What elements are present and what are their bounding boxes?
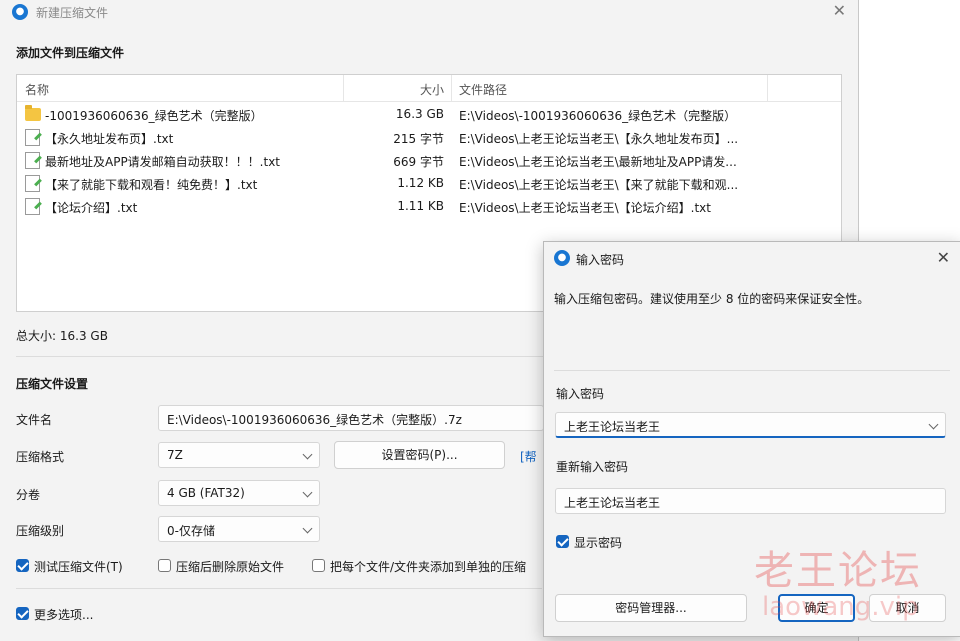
reenter-password-input[interactable]: 上老王论坛当老王: [555, 488, 946, 514]
split-select[interactable]: 4 GB (FAT32): [158, 480, 320, 506]
file-size: 669 字节: [393, 155, 444, 169]
show-password-label[interactable]: 显示密码: [574, 534, 622, 551]
filename-input[interactable]: E:\Videos\-1001936060636_绿色艺术（完整版）.7z: [158, 405, 544, 431]
dialog-title: 输入密码: [576, 253, 625, 267]
format-select[interactable]: 7Z: [158, 442, 320, 468]
txt-file-icon: [25, 175, 40, 192]
file-path: E:\Videos\-1001936060636_绿色艺术（完整版）: [459, 109, 737, 123]
file-path: E:\Videos\上老王论坛当老王\【永久地址发布页】...: [459, 132, 739, 146]
section-add-files: 添加文件到压缩文件: [16, 46, 125, 60]
section-settings: 压缩文件设置: [16, 377, 89, 391]
file-row[interactable]: 最新地址及APP请发邮箱自动获取！！！.txt 669 字节 E:\Videos…: [17, 149, 841, 172]
split-label: 分卷: [16, 488, 41, 502]
more-options-label[interactable]: 更多选项...: [34, 606, 93, 623]
file-path: E:\Videos\上老王论坛当老王\【论坛介绍】.txt: [459, 201, 711, 215]
help-link[interactable]: [帮: [520, 448, 537, 465]
file-path: E:\Videos\上老王论坛当老王\【来了就能下载和观...: [459, 178, 739, 192]
level-select[interactable]: 0-仅存储: [158, 516, 320, 542]
txt-file-icon: [25, 152, 40, 169]
file-name: 【来了就能下载和观看！纯免费！】.txt: [45, 178, 258, 192]
file-name: 【永久地址发布页】.txt: [45, 132, 174, 146]
app-icon: ●: [554, 250, 570, 266]
file-name: -1001936060636_绿色艺术（完整版）: [45, 109, 263, 123]
file-list-header: 名称 大小 文件路径: [17, 75, 841, 102]
separate-archives-label[interactable]: 把每个文件/文件夹添加到单独的压缩: [330, 558, 526, 575]
column-size[interactable]: 大小: [420, 81, 444, 98]
test-archive-label[interactable]: 测试压缩文件(T): [34, 558, 123, 575]
file-name: 【论坛介绍】.txt: [45, 201, 138, 215]
more-options-checkbox[interactable]: [16, 607, 29, 620]
column-path[interactable]: 文件路径: [459, 81, 507, 98]
password-hint: 输入压缩包密码。建议使用至少 8 位的密码来保证安全性。: [554, 292, 870, 306]
watermark-text: 老王论坛: [754, 548, 922, 594]
file-size: 215 字节: [393, 132, 444, 146]
txt-file-icon: [25, 198, 40, 215]
test-archive-checkbox[interactable]: [16, 559, 29, 572]
separate-archives-checkbox[interactable]: [312, 559, 325, 572]
delete-source-label[interactable]: 压缩后删除原始文件: [176, 558, 284, 575]
title-bar: ● 新建压缩文件 ✕: [0, 0, 858, 24]
column-name[interactable]: 名称: [25, 81, 49, 98]
file-size: 1.12 KB: [397, 176, 444, 190]
delete-source-checkbox[interactable]: [158, 559, 171, 572]
password-manager-button[interactable]: 密码管理器...: [555, 594, 747, 622]
level-label: 压缩级别: [16, 524, 65, 538]
watermark-url: laowang.vip: [762, 592, 919, 622]
enter-password-label: 输入密码: [556, 387, 605, 401]
app-icon: ●: [12, 4, 28, 20]
file-size: 16.3 GB: [395, 107, 444, 121]
close-icon[interactable]: ✕: [833, 1, 846, 20]
close-icon[interactable]: ✕: [937, 248, 950, 267]
txt-file-icon: [25, 129, 40, 146]
divider: [554, 370, 950, 371]
filename-label: 文件名: [16, 413, 53, 427]
reenter-password-label: 重新输入密码: [556, 460, 629, 474]
file-row[interactable]: 【永久地址发布页】.txt 215 字节 E:\Videos\上老王论坛当老王\…: [17, 126, 841, 149]
set-password-button[interactable]: 设置密码(P)...: [334, 441, 505, 469]
file-size: 1.11 KB: [397, 199, 444, 213]
file-path: E:\Videos\上老王论坛当老王\最新地址及APP请发...: [459, 155, 737, 169]
show-password-checkbox[interactable]: [556, 535, 569, 548]
file-row[interactable]: 【来了就能下载和观看！纯免费！】.txt 1.12 KB E:\Videos\上…: [17, 172, 841, 195]
file-name: 最新地址及APP请发邮箱自动获取！！！.txt: [45, 155, 281, 169]
total-size: 总大小: 16.3 GB: [16, 329, 108, 343]
folder-icon: [25, 105, 41, 121]
file-row[interactable]: -1001936060636_绿色艺术（完整版） 16.3 GB E:\Vide…: [17, 103, 841, 126]
window-title: 新建压缩文件: [36, 6, 109, 20]
password-input[interactable]: 上老王论坛当老王: [555, 412, 946, 438]
divider: [16, 588, 542, 589]
format-label: 压缩格式: [16, 450, 65, 464]
file-row[interactable]: 【论坛介绍】.txt 1.11 KB E:\Videos\上老王论坛当老王\【论…: [17, 195, 841, 218]
